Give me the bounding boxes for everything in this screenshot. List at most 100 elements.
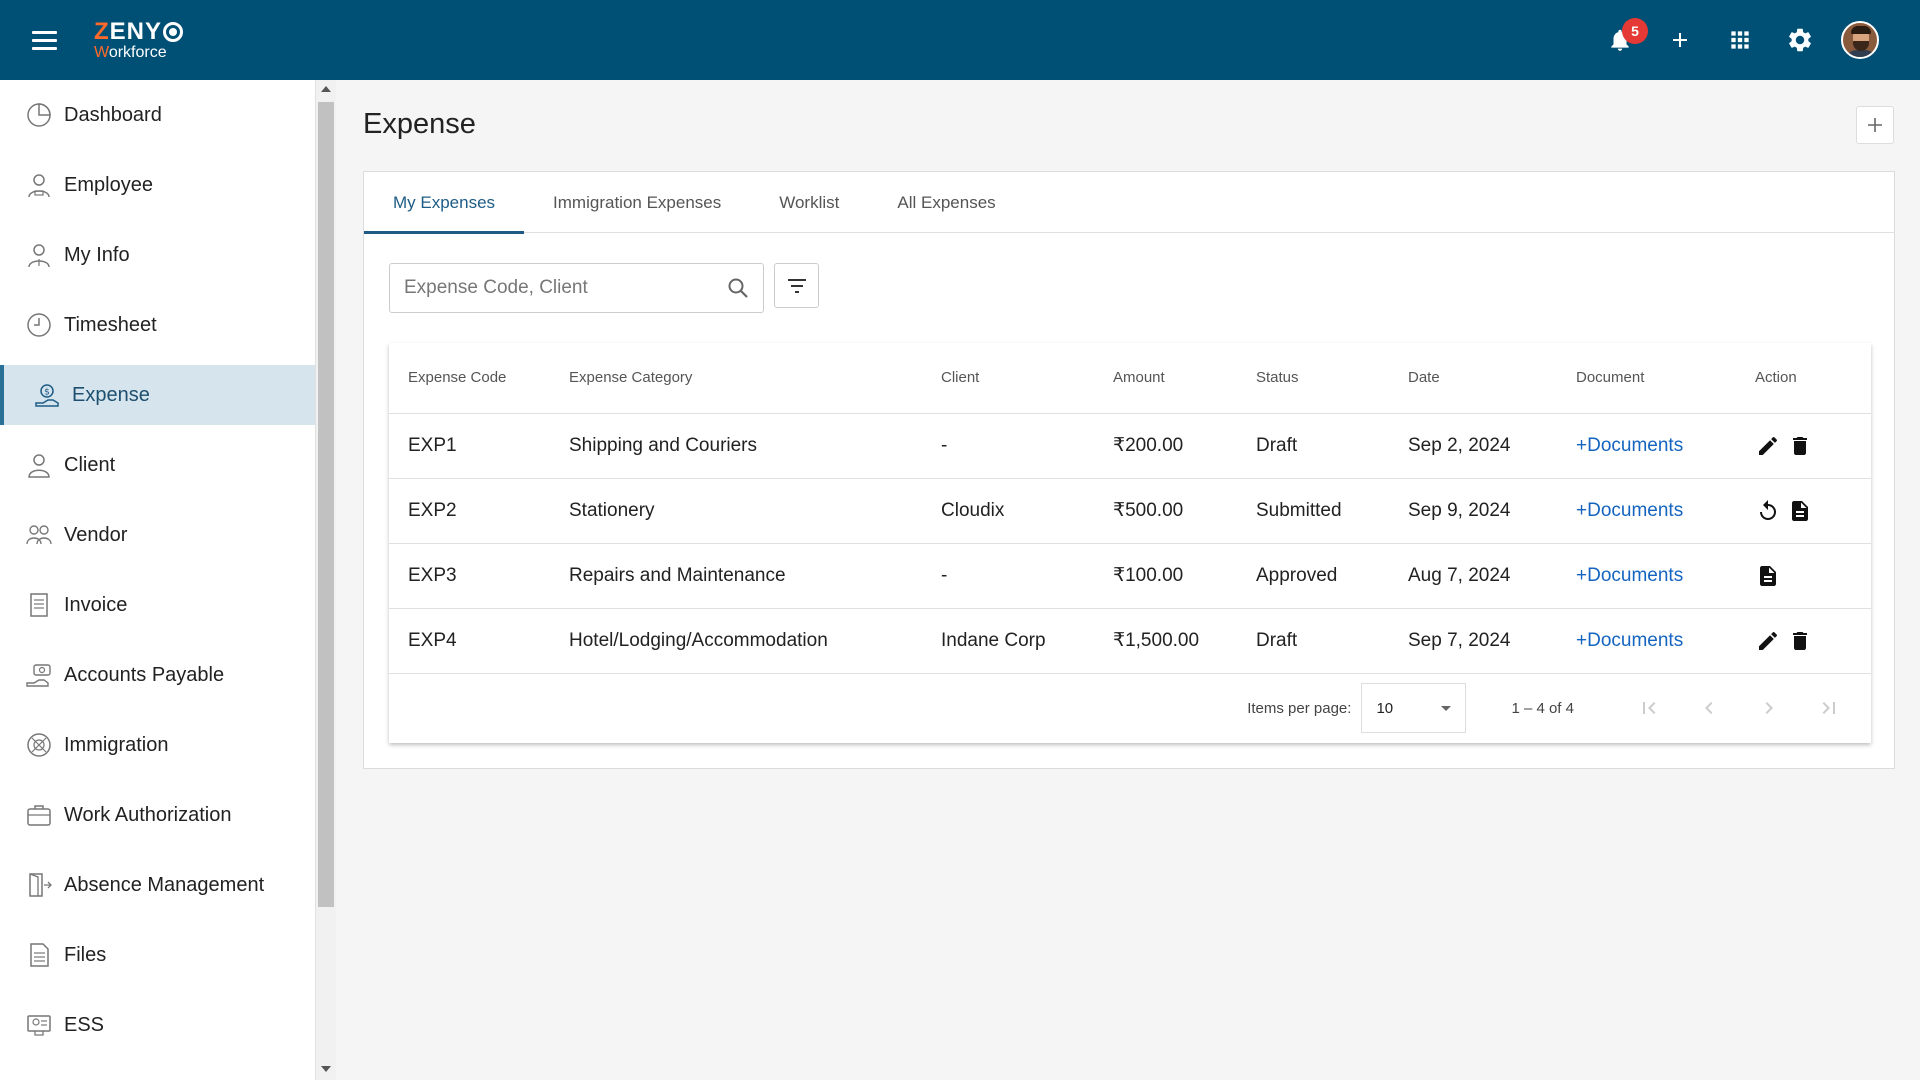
table-row[interactable]: EXP4 Hotel/Lodging/Accommodation Indane … bbox=[389, 608, 1871, 674]
sidebar-item-label: Employee bbox=[64, 173, 153, 196]
first-page-icon bbox=[1643, 702, 1656, 714]
filter-button[interactable] bbox=[774, 263, 819, 308]
menu-icon[interactable] bbox=[32, 22, 68, 58]
user-menu-button[interactable] bbox=[1830, 10, 1890, 70]
table-row[interactable]: EXP1 Shipping and Couriers - ₹200.00 Dra… bbox=[389, 413, 1871, 479]
settings-button[interactable] bbox=[1770, 10, 1830, 70]
ess-icon bbox=[26, 1012, 52, 1038]
sidebar-item-dashboard[interactable]: Dashboard bbox=[0, 80, 315, 150]
items-per-page-select[interactable]: 10 bbox=[1361, 683, 1467, 733]
expense-category: Hotel/Lodging/Accommodation bbox=[569, 608, 941, 674]
plus-icon bbox=[1673, 33, 1687, 47]
tab-immigration-expenses[interactable]: Immigration Expenses bbox=[524, 172, 750, 233]
expense-client: Indane Corp bbox=[941, 608, 1113, 674]
items-per-page-value: 10 bbox=[1376, 699, 1394, 717]
table-header-row: Expense Code Expense Category Client Amo… bbox=[389, 343, 1871, 414]
sidebar-item-expense[interactable]: $ Expense bbox=[0, 365, 315, 425]
chevron-right-icon bbox=[1765, 702, 1773, 714]
column-header[interactable]: Client bbox=[941, 343, 1113, 414]
sidebar-item-accounts-payable[interactable]: Accounts Payable bbox=[0, 640, 315, 710]
sidebar-item-label: Files bbox=[64, 943, 107, 966]
apps-grid-icon bbox=[1731, 31, 1749, 49]
sidebar-item-my-info[interactable]: My Info bbox=[0, 220, 315, 290]
sidebar-item-employee[interactable]: Employee bbox=[0, 150, 315, 220]
table-row[interactable]: EXP3 Repairs and Maintenance - ₹100.00 A… bbox=[389, 543, 1871, 609]
add-documents-link[interactable]: +Documents bbox=[1576, 630, 1683, 651]
notification-count-badge: 5 bbox=[1622, 18, 1648, 44]
undo-icon[interactable] bbox=[1755, 498, 1781, 524]
scroll-down-arrow-icon[interactable] bbox=[321, 1066, 331, 1072]
add-expense-button[interactable] bbox=[1856, 106, 1894, 144]
plus-icon bbox=[1868, 118, 1882, 132]
document-icon[interactable] bbox=[1755, 563, 1781, 589]
sidebar-item-ess[interactable]: ESS bbox=[0, 990, 315, 1060]
expense-code: EXP2 bbox=[389, 478, 569, 544]
accounts-payable-icon bbox=[26, 662, 52, 688]
add-documents-link[interactable]: +Documents bbox=[1576, 500, 1683, 521]
expense-status: Draft bbox=[1256, 413, 1408, 479]
column-header[interactable]: Amount bbox=[1113, 343, 1256, 414]
sidebar-item-label: My Info bbox=[64, 243, 130, 266]
apps-button[interactable] bbox=[1710, 10, 1770, 70]
sidebar-item-files[interactable]: Files bbox=[0, 920, 315, 990]
column-header[interactable]: Document bbox=[1576, 343, 1755, 414]
sidebar-item-invoice[interactable]: Invoice bbox=[0, 570, 315, 640]
sidebar-item-client[interactable]: Client bbox=[0, 430, 315, 500]
column-header[interactable]: Expense Category bbox=[569, 343, 941, 414]
delete-icon[interactable] bbox=[1787, 628, 1813, 654]
add-documents-link[interactable]: +Documents bbox=[1576, 435, 1683, 456]
edit-icon[interactable] bbox=[1755, 433, 1781, 459]
column-header[interactable]: Expense Code bbox=[389, 343, 569, 414]
sidebar-item-label: Work Authorization bbox=[64, 803, 232, 826]
add-button[interactable] bbox=[1650, 10, 1710, 70]
search-icon[interactable] bbox=[713, 264, 763, 312]
scrollbar-thumb[interactable] bbox=[318, 102, 334, 907]
expense-client: Cloudix bbox=[941, 478, 1113, 544]
sidebar-item-work-authorization[interactable]: Work Authorization bbox=[0, 780, 315, 850]
paginator: Items per page: 10 1 – 4 of 4 bbox=[389, 673, 1871, 743]
sidebar-item-label: Dashboard bbox=[64, 103, 162, 126]
last-page-button[interactable] bbox=[1799, 684, 1859, 732]
page-title: Expense bbox=[363, 108, 476, 140]
expense-card: My Expenses Immigration Expenses Worklis… bbox=[363, 171, 1895, 769]
expense-icon: $ bbox=[34, 382, 60, 408]
sidebar-item-label: Immigration bbox=[64, 733, 169, 756]
expense-amount: ₹500.00 bbox=[1113, 478, 1256, 544]
notifications-button[interactable]: 5 bbox=[1590, 10, 1650, 70]
expense-client: - bbox=[941, 413, 1113, 479]
edit-icon[interactable] bbox=[1755, 628, 1781, 654]
employee-icon bbox=[26, 172, 52, 198]
expense-category: Stationery bbox=[569, 478, 941, 544]
sidebar-item-label: Client bbox=[64, 453, 116, 476]
tab-worklist[interactable]: Worklist bbox=[750, 172, 868, 233]
sidebar-scrollbar[interactable] bbox=[316, 80, 336, 1080]
column-header[interactable]: Status bbox=[1256, 343, 1408, 414]
dropdown-caret-icon bbox=[1441, 705, 1452, 711]
first-page-button[interactable] bbox=[1619, 684, 1679, 732]
filter-icon bbox=[787, 278, 806, 293]
tab-all-expenses[interactable]: All Expenses bbox=[868, 172, 1024, 233]
client-icon bbox=[26, 452, 52, 478]
previous-page-button[interactable] bbox=[1679, 684, 1739, 732]
table-row[interactable]: EXP2 Stationery Cloudix ₹500.00 Submitte… bbox=[389, 478, 1871, 544]
clock-icon bbox=[26, 312, 52, 338]
expense-date: Sep 9, 2024 bbox=[1408, 478, 1576, 544]
sidebar-item-vendor[interactable]: Vendor bbox=[0, 500, 315, 570]
expense-amount: ₹100.00 bbox=[1113, 543, 1256, 609]
vendor-icon bbox=[26, 522, 52, 548]
search-input[interactable] bbox=[390, 264, 713, 312]
expense-code: EXP4 bbox=[389, 608, 569, 674]
sidebar-item-absence-management[interactable]: Absence Management bbox=[0, 850, 315, 920]
tab-my-expenses[interactable]: My Expenses bbox=[364, 172, 525, 234]
column-header: Action bbox=[1755, 343, 1871, 414]
delete-icon[interactable] bbox=[1787, 433, 1813, 459]
scroll-up-arrow-icon[interactable] bbox=[321, 86, 331, 92]
sidebar-item-immigration[interactable]: Immigration bbox=[0, 710, 315, 780]
dashboard-icon bbox=[26, 102, 52, 128]
add-documents-link[interactable]: +Documents bbox=[1576, 565, 1683, 586]
column-header[interactable]: Date bbox=[1408, 343, 1576, 414]
document-icon[interactable] bbox=[1787, 498, 1813, 524]
logo[interactable]: Z ENY Workforce bbox=[94, 19, 184, 61]
sidebar-item-timesheet[interactable]: Timesheet bbox=[0, 290, 315, 360]
next-page-button[interactable] bbox=[1739, 684, 1799, 732]
